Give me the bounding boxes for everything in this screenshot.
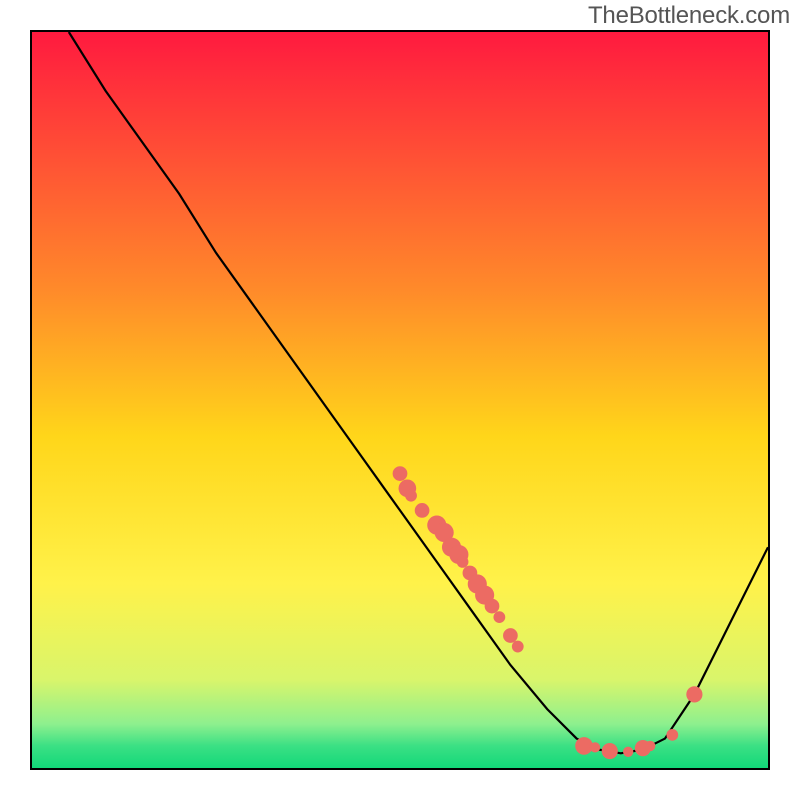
watermark-label: TheBottleneck.com xyxy=(588,2,790,30)
data-point xyxy=(393,466,408,481)
plot-area xyxy=(30,30,770,770)
data-point xyxy=(503,628,518,643)
data-point xyxy=(485,599,500,614)
data-point xyxy=(415,503,430,518)
data-point xyxy=(512,641,524,653)
chart-container: TheBottleneck.com xyxy=(0,0,800,800)
data-point xyxy=(666,729,678,741)
data-point xyxy=(405,490,417,502)
data-point xyxy=(602,743,618,759)
data-point xyxy=(493,611,505,623)
data-point xyxy=(590,742,600,752)
data-point xyxy=(623,747,633,757)
data-point xyxy=(645,741,655,751)
data-point xyxy=(686,686,702,702)
chart-svg xyxy=(32,32,768,768)
data-point xyxy=(457,556,469,568)
